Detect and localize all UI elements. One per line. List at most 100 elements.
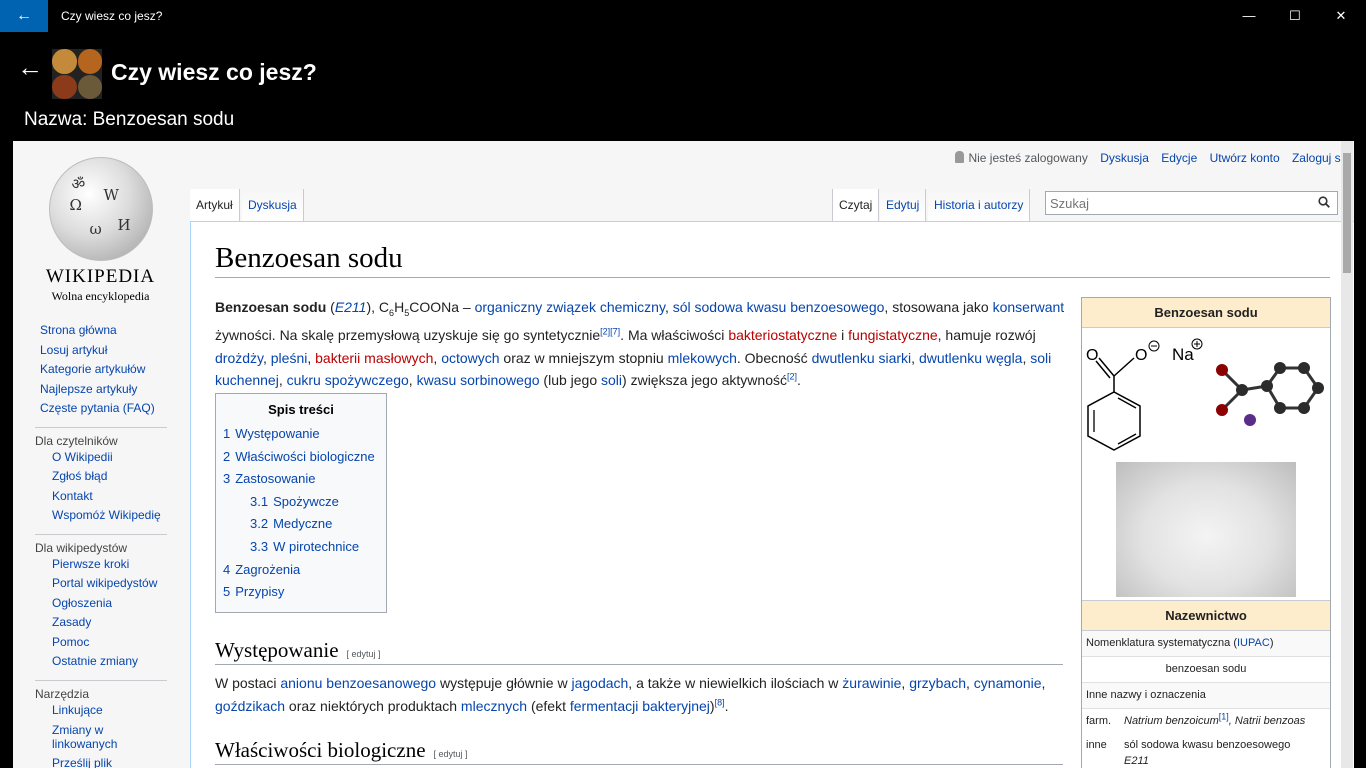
wikipedia-tagline: Wolna encyklopedia bbox=[51, 289, 150, 303]
sidebar-item-contact[interactable]: Kontakt bbox=[52, 487, 185, 507]
link-yeast[interactable]: drożdży bbox=[215, 350, 263, 366]
wikipedia-logo[interactable]: Ω W И ω ॐ Wikipedia Wolna encyklopedia bbox=[13, 151, 188, 304]
reference-link[interactable]: [2] bbox=[787, 372, 797, 382]
scrollbar-thumb[interactable] bbox=[1343, 153, 1351, 273]
link-mushrooms[interactable]: grzybach bbox=[909, 675, 966, 691]
reference-link[interactable]: [1] bbox=[1219, 711, 1229, 721]
link-sulfur-dioxide[interactable]: dwutlenku siarki bbox=[812, 350, 912, 366]
tab-discussion[interactable]: Dyskusja bbox=[242, 189, 304, 221]
link-carbon-dioxide[interactable]: dwutlenku węgla bbox=[919, 350, 1023, 366]
sidebar-item-main-page[interactable]: Strona główna bbox=[40, 321, 185, 341]
sidebar-item-best[interactable]: Najlepsze artykuły bbox=[40, 380, 185, 400]
create-account-link[interactable]: Utwórz konto bbox=[1210, 151, 1280, 165]
sidebar-heading-tools[interactable]: Narzędzia bbox=[35, 679, 167, 701]
minimize-button[interactable]: — bbox=[1226, 0, 1272, 32]
vertical-scrollbar[interactable] bbox=[1341, 141, 1353, 768]
toc-item[interactable]: 5 Przypisy bbox=[223, 581, 379, 604]
tab-history[interactable]: Historia i autorzy bbox=[928, 189, 1031, 221]
link-dairy[interactable]: mlecznych bbox=[461, 698, 527, 714]
link-fermentation[interactable]: fermentacji bakteryjnej bbox=[570, 698, 710, 714]
section-heading-text: Występowanie bbox=[215, 638, 339, 662]
app-back-button[interactable]: ← bbox=[17, 52, 43, 82]
tab-edit[interactable]: Edytuj bbox=[880, 189, 927, 221]
infobox-farm-row: farm. Natrium benzoicum[1], Natrii benzo… bbox=[1082, 709, 1330, 733]
link-lactic[interactable]: mlekowych bbox=[668, 350, 737, 366]
toc-item[interactable]: 3.2 Medyczne bbox=[223, 513, 379, 536]
edit-section-link[interactable]: [ edytuj ] bbox=[347, 649, 381, 659]
maximize-button[interactable]: ☐ bbox=[1272, 0, 1318, 32]
link-iupac[interactable]: IUPAC bbox=[1237, 637, 1270, 649]
sidebar-item-what-links-here[interactable]: Linkujące bbox=[52, 701, 185, 721]
infobox-naming-header: Nazewnictwo bbox=[1082, 601, 1330, 631]
lead-text: (lub jego bbox=[539, 372, 602, 389]
sidebar-item-categories[interactable]: Kategorie artykułów bbox=[40, 360, 185, 380]
link-bacteriostatic[interactable]: bakteriostatyczne bbox=[728, 327, 837, 343]
link-butyric-bacteria[interactable]: bakterii masłowych bbox=[315, 350, 433, 366]
link-mold[interactable]: pleśni bbox=[271, 350, 308, 366]
section-occurrence-text: W postaci anionu benzoesanowego występuj… bbox=[215, 675, 1046, 714]
toc-item[interactable]: 3.1 Spożywcze bbox=[223, 491, 379, 514]
product-name-label: Nazwa: Benzoesan sodu bbox=[24, 109, 235, 130]
sidebar-item-first-steps[interactable]: Pierwsze kroki bbox=[52, 555, 185, 575]
sidebar-item-random[interactable]: Losuj artykuł bbox=[40, 341, 185, 361]
lead-text: ) zwiększa jego aktywność bbox=[622, 372, 787, 389]
infobox-other-row: inne sól sodowa kwasu benzoesowego E211 bbox=[1082, 733, 1330, 768]
reference-link[interactable]: [2][7] bbox=[600, 327, 620, 337]
sidebar-item-recent-changes[interactable]: Ostatnie zmiany bbox=[52, 652, 185, 672]
sidebar-item-community-portal[interactable]: Portal wikipedystów bbox=[52, 574, 185, 594]
oxygen-label: O bbox=[1135, 347, 1147, 364]
link-organic-compound[interactable]: organiczny związek chemiczny bbox=[475, 299, 665, 315]
personal-tools: Nie jesteś zalogowany Dyskusja Edycje Ut… bbox=[946, 151, 1350, 165]
link-salts[interactable]: soli bbox=[601, 372, 622, 388]
tab-article[interactable]: Artykuł bbox=[190, 189, 240, 221]
reference-link[interactable]: [8] bbox=[715, 697, 725, 707]
sidebar-item-announcements[interactable]: Ogłoszenia bbox=[52, 594, 185, 614]
lead-text: . Obecność bbox=[736, 349, 812, 366]
sidebar-item-upload[interactable]: Prześlij plik bbox=[52, 754, 185, 768]
window-title: Czy wiesz co jesz? bbox=[61, 9, 163, 23]
toc-item[interactable]: 3 Zastosowanie bbox=[223, 468, 379, 491]
toc-item[interactable]: 2 Właściwości biologiczne bbox=[223, 446, 379, 469]
sidebar-heading-editors[interactable]: Dla wikipedystów bbox=[35, 533, 167, 555]
link-preservative[interactable]: konserwant bbox=[993, 299, 1065, 315]
molecule-diagram[interactable]: O O Na bbox=[1082, 328, 1330, 458]
close-button[interactable]: ✕ bbox=[1318, 0, 1364, 32]
link-cranberry[interactable]: żurawinie bbox=[842, 675, 901, 691]
app-header: ← Czy wiesz co jesz? Nazwa: Benzoesan so… bbox=[0, 32, 1366, 141]
toc-item[interactable]: 3.3 W pirotechnice bbox=[223, 536, 379, 559]
section-heading-occurrence: Występowanie [ edytuj ] bbox=[215, 638, 1063, 665]
link-cinnamon[interactable]: cynamonie bbox=[974, 675, 1042, 691]
lead-text: oraz w mniejszym stopniu bbox=[499, 349, 668, 366]
link-fungistatic[interactable]: fungistatyczne bbox=[848, 327, 938, 343]
sidebar-item-faq[interactable]: Częste pytania (FAQ) bbox=[40, 399, 185, 419]
wikipedia-webview: Ω W И ω ॐ Wikipedia Wolna encyklopedia S… bbox=[13, 141, 1354, 768]
link-benzoate-anion[interactable]: anionu benzoesanowego bbox=[280, 675, 436, 691]
link-e211[interactable]: E211 bbox=[335, 299, 367, 315]
infobox-other-names-label: Inne nazwy i oznaczenia bbox=[1082, 683, 1330, 709]
sidebar-item-help[interactable]: Pomoc bbox=[52, 633, 185, 653]
link-cloves[interactable]: goździkach bbox=[215, 698, 285, 714]
search-input[interactable] bbox=[1045, 191, 1338, 215]
sidebar-item-about[interactable]: O Wikipedii bbox=[52, 448, 185, 468]
link-sugar[interactable]: cukru spożywczego bbox=[287, 372, 409, 388]
link-sorbic-acid[interactable]: kwasu sorbinowego bbox=[417, 372, 540, 388]
user-discussion-link[interactable]: Dyskusja bbox=[1100, 151, 1149, 165]
link-sodium-salt[interactable]: sól sodowa kwasu benzoesowego bbox=[673, 299, 885, 315]
sidebar-item-related-changes[interactable]: Zmiany w linkowanych bbox=[52, 720, 142, 754]
user-edits-link[interactable]: Edycje bbox=[1161, 151, 1197, 165]
sidebar-item-rules[interactable]: Zasady bbox=[52, 613, 185, 633]
link-acetic[interactable]: octowych bbox=[441, 350, 499, 366]
sidebar-item-report-error[interactable]: Zgłoś błąd bbox=[52, 467, 185, 487]
link-berries[interactable]: jagodach bbox=[571, 675, 628, 691]
sidebar-item-donate[interactable]: Wspomóż Wikipedię bbox=[52, 506, 185, 526]
tab-read[interactable]: Czytaj bbox=[832, 189, 880, 221]
formula-part: ), C bbox=[366, 299, 390, 315]
search-icon[interactable] bbox=[1318, 196, 1330, 208]
sidebar-heading-readers[interactable]: Dla czytelników bbox=[35, 426, 167, 448]
toc-item[interactable]: 4 Zagrożenia bbox=[223, 559, 379, 582]
toc-item[interactable]: 1 Występowanie bbox=[223, 423, 379, 446]
edit-section-link[interactable]: [ edytuj ] bbox=[434, 749, 468, 759]
powder-photo[interactable] bbox=[1116, 462, 1296, 597]
lead-text: . Ma właściwości bbox=[620, 327, 729, 344]
window-back-button[interactable]: ← bbox=[0, 0, 48, 32]
